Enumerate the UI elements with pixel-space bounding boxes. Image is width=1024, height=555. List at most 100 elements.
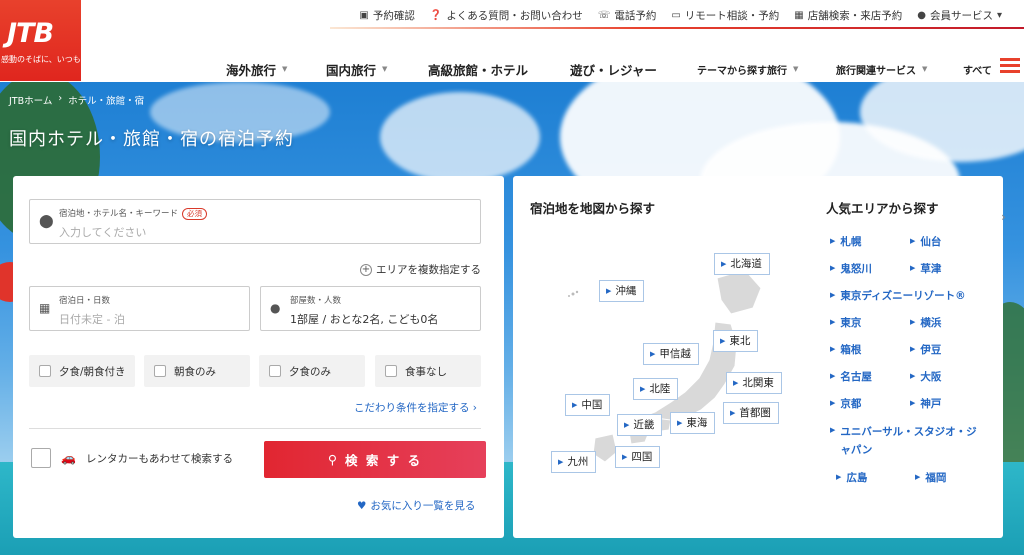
divider bbox=[29, 428, 481, 429]
area-link-sendai[interactable]: ▶ 仙台 bbox=[910, 234, 941, 249]
person-icon: ● bbox=[270, 301, 281, 315]
region-okinawa[interactable]: ▶ 沖縄 bbox=[599, 280, 645, 302]
area-link-hiroshima[interactable]: ▶ 広島 bbox=[836, 470, 867, 485]
region-tokai[interactable]: ▶ 東海 bbox=[670, 412, 716, 434]
util-member-services[interactable]: ● 会員サービス ▾ bbox=[917, 8, 1002, 23]
favorites-link[interactable]: ♥ お気に入り一覧を見る bbox=[357, 498, 475, 513]
area-link-hakone[interactable]: ▶ 箱根 bbox=[830, 342, 861, 357]
util-remote-consult[interactable]: ▭ リモート相談・予約 bbox=[671, 8, 779, 23]
meal-option-dinner-breakfast[interactable]: 夕食/朝食付き bbox=[29, 355, 135, 387]
plus-circle-icon: + bbox=[360, 263, 372, 276]
global-nav: 海外旅行 ▼ 国内旅行 ▼ 高級旅館・ホテル 遊び・レジャー テーマから探す旅行 ▼ … bbox=[210, 58, 1024, 80]
rooms-guests-field[interactable]: ● 部屋数・人数 1部屋 / おとな2名, こども0名 bbox=[260, 286, 481, 331]
date-field[interactable]: ▦ 宿泊日・日数 日付未定 - 泊 bbox=[29, 286, 250, 331]
region-shutoken[interactable]: ▶ 首都圏 bbox=[723, 402, 779, 424]
area-link-fukuoka[interactable]: ▶ 福岡 bbox=[915, 470, 946, 485]
heart-icon: ♥ bbox=[357, 499, 367, 512]
util-faq[interactable]: ❓ よくある質問・お問い合わせ bbox=[430, 8, 583, 23]
nav-luxury[interactable]: 高級旅館・ホテル bbox=[428, 60, 528, 79]
header-accent-line bbox=[330, 27, 1024, 29]
map-card: 宿泊地を地図から探す ▶ 北海道 ▶ 沖縄 ▶ 東北 ▶ 甲信越 ▶ 北陸 ▶ 北関東 ▶ 中… bbox=[513, 176, 1003, 538]
area-link-izu[interactable]: ▶ 伊豆 bbox=[910, 342, 941, 357]
date-placeholder: 日付未定 - 泊 bbox=[59, 313, 125, 326]
region-kyushu[interactable]: ▶ 九州 bbox=[551, 451, 597, 473]
triangle-right-icon: ▶ bbox=[677, 419, 683, 427]
triangle-right-icon: ▶ bbox=[830, 345, 836, 353]
help-circle-icon: ❓ bbox=[429, 10, 443, 21]
chevron-down-icon: ▼ bbox=[922, 65, 928, 73]
checkbox[interactable] bbox=[39, 365, 51, 377]
area-link-nagoya[interactable]: ▶ 名古屋 bbox=[830, 369, 872, 384]
util-phone-reservation[interactable]: ☏ 電話予約 bbox=[598, 8, 657, 23]
global-header: JTB 感動のそばに、いつも。 ▣ 予約確認 ❓ よくある質問・お問い合わせ ☏ 電話… bbox=[0, 0, 1024, 82]
rooms-value: 1部屋 / おとな2名, こども0名 bbox=[290, 313, 439, 326]
triangle-right-icon: ▶ bbox=[606, 287, 612, 295]
area-link-sapporo[interactable]: ▶ 札幌 bbox=[830, 234, 861, 249]
meal-option-breakfast-only[interactable]: 朝食のみ bbox=[144, 355, 250, 387]
nav-leisure[interactable]: 遊び・レジャー bbox=[570, 60, 657, 79]
nav-overseas[interactable]: 海外旅行 ▼ bbox=[226, 60, 287, 79]
triangle-right-icon: ▶ bbox=[910, 345, 916, 353]
area-link-tokyo[interactable]: ▶ 東京 bbox=[830, 315, 861, 330]
meal-option-dinner-only[interactable]: 夕食のみ bbox=[259, 355, 365, 387]
checkbox[interactable] bbox=[154, 365, 166, 377]
map-section-title: 宿泊地を地図から探す bbox=[530, 201, 656, 216]
region-tohoku[interactable]: ▶ 東北 bbox=[713, 330, 759, 352]
region-hokkaido[interactable]: ▶ 北海道 bbox=[714, 253, 770, 275]
chevron-down-icon: ▼ bbox=[793, 65, 799, 73]
region-chugoku[interactable]: ▶ 中国 bbox=[565, 394, 611, 416]
triangle-right-icon: ▶ bbox=[910, 399, 916, 407]
nav-domestic[interactable]: 国内旅行 ▼ bbox=[326, 60, 387, 79]
hamburger-menu-icon[interactable] bbox=[1000, 58, 1020, 74]
search-button[interactable]: ⚲ 検 索 す る bbox=[264, 441, 486, 478]
rentacar-option[interactable]: 🚗 レンタカーもあわせて検索する bbox=[31, 448, 233, 468]
region-kinki[interactable]: ▶ 近畿 bbox=[617, 414, 663, 436]
triangle-right-icon: ▶ bbox=[650, 350, 656, 358]
triangle-right-icon: ▶ bbox=[830, 291, 836, 299]
detailed-conditions-link[interactable]: こだわり条件を指定する › bbox=[354, 400, 477, 415]
region-koshinetsu[interactable]: ▶ 甲信越 bbox=[643, 343, 699, 365]
area-link-osaka[interactable]: ▶ 大阪 bbox=[910, 369, 941, 384]
area-link-usj[interactable]: ▶ ユニバーサル・スタジオ・ジャパン bbox=[830, 423, 980, 459]
breadcrumb-current: ホテル・旅館・宿 bbox=[68, 96, 145, 107]
util-store-search[interactable]: ▦ 店舗検索・来店予約 bbox=[794, 8, 902, 23]
jtb-logo[interactable]: JTB 感動のそばに、いつも。 bbox=[0, 0, 81, 81]
checkbox[interactable] bbox=[385, 365, 397, 377]
checkbox[interactable] bbox=[269, 365, 281, 377]
destination-field[interactable]: ⬤ 宿泊地・ホテル名・キーワード 必須 入力してください bbox=[29, 199, 481, 244]
triangle-right-icon: ▶ bbox=[572, 401, 578, 409]
area-link-kinugawa[interactable]: ▶ 鬼怒川 bbox=[830, 261, 872, 276]
triangle-right-icon: ▶ bbox=[640, 385, 646, 393]
nav-theme[interactable]: テーマから探す旅行 ▼ bbox=[697, 62, 798, 77]
calendar-check-icon: ▣ bbox=[359, 10, 369, 21]
area-link-kobe[interactable]: ▶ 神戸 bbox=[910, 396, 941, 411]
destination-label: 宿泊地・ホテル名・キーワード bbox=[59, 209, 179, 219]
breadcrumb-home[interactable]: JTBホーム bbox=[9, 93, 52, 107]
region-hokuriku[interactable]: ▶ 北陸 bbox=[633, 378, 679, 400]
area-link-disney[interactable]: ▶ 東京ディズニーリゾート® bbox=[830, 288, 966, 303]
cloud-decoration bbox=[380, 92, 540, 182]
meal-option-no-meals[interactable]: 食事なし bbox=[375, 355, 481, 387]
logo-mark: JTB bbox=[7, 18, 54, 49]
triangle-right-icon: ▶ bbox=[622, 453, 628, 461]
phone-icon: ☏ bbox=[597, 10, 611, 21]
multi-area-link[interactable]: + エリアを複数指定する bbox=[360, 262, 481, 277]
rentacar-checkbox[interactable] bbox=[31, 448, 51, 468]
region-shikoku[interactable]: ▶ 四国 bbox=[615, 446, 661, 468]
triangle-right-icon: ▶ bbox=[830, 426, 836, 434]
rooms-label: 部屋数・人数 bbox=[290, 296, 342, 306]
nav-services[interactable]: 旅行関連サービス ▼ bbox=[836, 62, 927, 77]
area-link-kusatsu[interactable]: ▶ 草津 bbox=[910, 261, 941, 276]
nav-all[interactable]: すべて bbox=[963, 62, 992, 77]
page-title: 国内ホテル・旅館・宿の宿泊予約 bbox=[9, 129, 294, 150]
building-icon: ▦ bbox=[794, 10, 804, 21]
chevron-right-icon[interactable]: › bbox=[1001, 210, 1006, 224]
area-link-kyoto[interactable]: ▶ 京都 bbox=[830, 396, 861, 411]
region-kitakanto[interactable]: ▶ 北関東 bbox=[726, 372, 782, 394]
required-badge: 必須 bbox=[182, 208, 208, 220]
logo-tagline: 感動のそばに、いつも。 bbox=[1, 55, 80, 64]
area-link-yokohama[interactable]: ▶ 横浜 bbox=[910, 315, 941, 330]
user-icon: ● bbox=[917, 10, 926, 21]
chevron-down-icon: ▼ bbox=[382, 65, 388, 73]
util-reservation-check[interactable]: ▣ 予約確認 bbox=[359, 8, 414, 23]
